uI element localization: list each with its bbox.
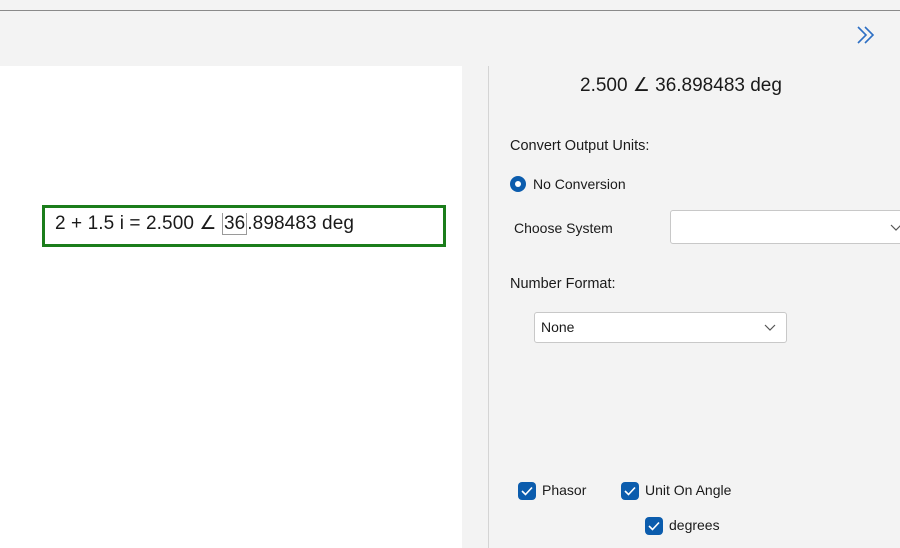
degrees-checkbox[interactable] xyxy=(645,517,663,535)
checkmark-icon xyxy=(648,521,660,531)
unit-on-angle-label[interactable]: Unit On Angle xyxy=(645,482,731,498)
expression-cursor-segment[interactable]: 36 xyxy=(221,213,248,235)
panel-divider xyxy=(488,66,489,548)
unit-on-angle-checkbox[interactable] xyxy=(621,482,639,500)
convert-units-heading: Convert Output Units: xyxy=(510,138,650,154)
checkmark-icon xyxy=(521,486,533,496)
number-format-heading: Number Format: xyxy=(510,276,616,292)
chevron-down-icon xyxy=(890,224,900,231)
math-region-highlight[interactable]: 2 + 1.5 i = 2.500 ∠ 36.898483 deg xyxy=(42,205,446,247)
checkmark-icon xyxy=(624,486,636,496)
toolbar-divider xyxy=(0,10,900,11)
degrees-label[interactable]: degrees xyxy=(669,517,720,533)
choose-system-label: Choose System xyxy=(514,220,613,236)
worksheet-canvas[interactable] xyxy=(0,66,462,548)
phasor-checkbox[interactable] xyxy=(518,482,536,500)
collapse-panel-button[interactable] xyxy=(852,22,882,48)
expression-prefix: 2 + 1.5 i = 2.500 ∠ xyxy=(55,213,222,234)
number-format-dropdown[interactable]: None xyxy=(534,312,787,343)
app-root: 2 + 1.5 i = 2.500 ∠ 36.898483 deg 2.500 … xyxy=(0,0,900,548)
number-format-value: None xyxy=(541,319,575,335)
math-expression[interactable]: 2 + 1.5 i = 2.500 ∠ 36.898483 deg xyxy=(55,212,354,235)
no-conversion-radio[interactable] xyxy=(510,176,526,192)
expression-suffix: .898483 deg xyxy=(247,213,355,234)
choose-system-dropdown[interactable] xyxy=(670,210,900,244)
no-conversion-label[interactable]: No Conversion xyxy=(533,176,626,192)
chevron-down-icon xyxy=(764,324,776,331)
panel-result-value: 2.500 ∠ 36.898483 deg xyxy=(580,75,782,96)
chevron-double-right-icon xyxy=(857,26,875,44)
phasor-label[interactable]: Phasor xyxy=(542,482,586,498)
